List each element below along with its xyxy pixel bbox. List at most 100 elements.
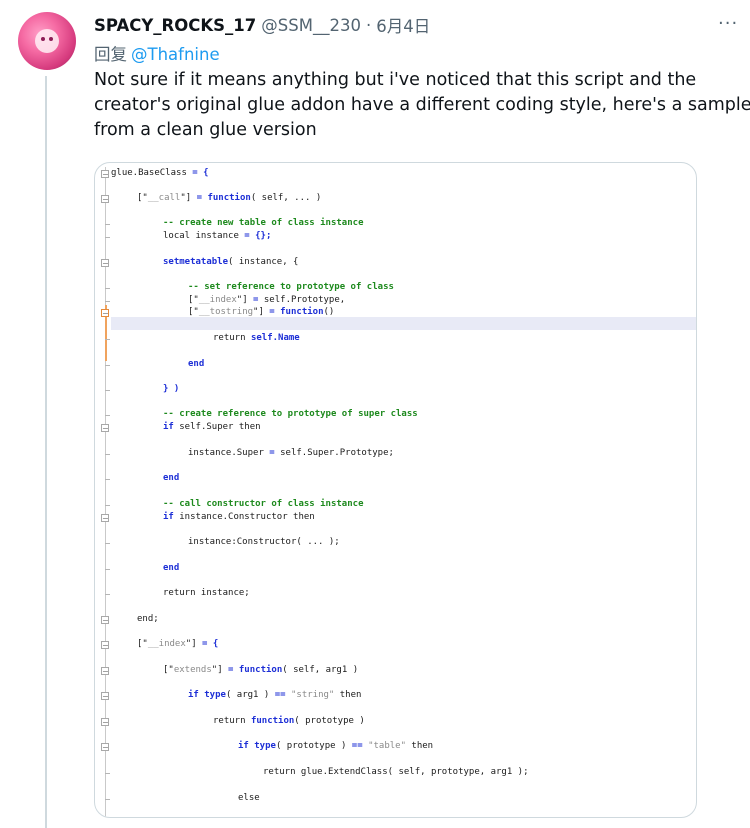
fold-toggle-icon[interactable]: − bbox=[101, 641, 109, 650]
fold-end-tick bbox=[105, 799, 110, 800]
code-line: ["__tostring"] = function() bbox=[188, 306, 334, 319]
fold-toggle-icon[interactable]: − bbox=[101, 195, 109, 204]
code-line: instance.Super = self.Super.Prototype; bbox=[188, 447, 394, 460]
fold-toggle-icon[interactable]: − bbox=[101, 743, 109, 752]
code-line: end bbox=[163, 472, 179, 485]
header-separator: · bbox=[365, 15, 372, 35]
code-token: "string" bbox=[290, 690, 335, 700]
fold-toggle-icon[interactable]: − bbox=[101, 259, 109, 268]
tweet-text: Not sure if it means anything but i've n… bbox=[94, 68, 750, 143]
fold-end-tick bbox=[105, 594, 110, 595]
fold-toggle-icon[interactable]: − bbox=[101, 616, 109, 625]
code-token: ( arg1 ) bbox=[225, 690, 275, 700]
code-line: else bbox=[238, 792, 260, 805]
code-line: local instance = {}; bbox=[163, 230, 271, 243]
code-token: then bbox=[334, 690, 362, 700]
code-line: -- call constructor of class instance bbox=[163, 498, 363, 511]
code-token: = {}; bbox=[244, 231, 272, 241]
code-token: __index bbox=[147, 639, 186, 649]
code-token: function bbox=[238, 665, 283, 675]
code-token: self.Name bbox=[250, 333, 300, 343]
tweet-date[interactable]: 6月4日 bbox=[376, 13, 430, 37]
fold-toggle-icon[interactable]: − bbox=[101, 692, 109, 701]
code-token: else bbox=[238, 793, 260, 803]
code-token: instance:Constructor( ... ); bbox=[188, 537, 340, 547]
code-token: "table" bbox=[368, 741, 406, 751]
fold-toggle-icon[interactable]: − bbox=[101, 309, 109, 318]
code-token: ( instance, { bbox=[228, 257, 299, 267]
reply-context: 回复 @Thafnine bbox=[94, 41, 220, 65]
code-token: } ) bbox=[163, 384, 180, 394]
fold-toggle-icon[interactable]: − bbox=[101, 718, 109, 727]
fold-toggle-icon[interactable]: − bbox=[101, 170, 109, 179]
fold-end-tick bbox=[105, 479, 110, 480]
more-options-icon[interactable]: ··· bbox=[718, 13, 738, 34]
code-token: "] bbox=[185, 639, 203, 649]
code-token: ( prototype ) bbox=[275, 741, 352, 751]
fold-end-tick bbox=[105, 301, 110, 302]
fold-end-tick bbox=[105, 543, 110, 544]
code-token: function bbox=[250, 716, 295, 726]
display-name[interactable]: SPACY_ROCKS_17 bbox=[94, 16, 256, 35]
code-token: __call bbox=[147, 193, 181, 203]
code-token: instance.Super bbox=[188, 448, 270, 458]
code-line: end bbox=[188, 358, 204, 371]
code-line: ["extends"] = function( self, arg1 ) bbox=[163, 664, 358, 677]
code-line: if instance.Constructor then bbox=[163, 511, 315, 524]
fold-toggle-icon[interactable]: − bbox=[101, 424, 109, 433]
code-token: == bbox=[274, 690, 291, 700]
code-token: = bbox=[196, 193, 208, 203]
code-token: if bbox=[163, 422, 180, 432]
code-token: = { bbox=[202, 639, 219, 649]
code-line: ["__index"] = self.Prototype, bbox=[188, 294, 345, 307]
code-token: self.Super then bbox=[179, 422, 261, 432]
tweet-text-line: creator's original glue addon have a dif… bbox=[94, 95, 750, 115]
fold-end-tick bbox=[105, 773, 110, 774]
fold-end-tick bbox=[105, 505, 110, 506]
code-token: glue.BaseClass bbox=[111, 168, 193, 178]
code-token: [" bbox=[163, 665, 174, 675]
code-token: return instance; bbox=[163, 588, 250, 598]
code-line: if type( prototype ) == "table" then bbox=[238, 740, 433, 753]
code-token: self.Prototype, bbox=[263, 295, 346, 305]
reply-mention-link[interactable]: @Thafnine bbox=[131, 45, 220, 64]
code-line: ["__index"] = { bbox=[137, 638, 218, 651]
avatar-eye-right bbox=[49, 37, 53, 41]
code-token: == bbox=[351, 741, 369, 751]
code-token: local instance bbox=[163, 231, 245, 241]
code-line: return self.Name bbox=[213, 332, 300, 345]
code-line: -- set reference to prototype of class bbox=[188, 281, 394, 294]
code-token: end bbox=[163, 563, 180, 573]
code-token: ( self, ... ) bbox=[250, 193, 322, 203]
code-line: -- create new table of class instance bbox=[163, 217, 363, 230]
code-line: glue.BaseClass = { bbox=[111, 167, 209, 180]
code-token: extends bbox=[173, 665, 212, 675]
fold-end-tick bbox=[105, 365, 110, 366]
code-token: = bbox=[269, 307, 281, 317]
code-token: = { bbox=[192, 168, 209, 178]
code-token: end; bbox=[137, 614, 159, 624]
user-handle[interactable]: @SSM__230 bbox=[261, 16, 361, 35]
code-line: -- create reference to prototype of supe… bbox=[163, 408, 418, 421]
code-token: = bbox=[253, 295, 264, 305]
code-token: [" bbox=[137, 193, 148, 203]
code-token: "] bbox=[236, 295, 254, 305]
attached-code-image[interactable]: − − − − − − − − − − − − glue.BaseClass = {["__call"… bbox=[94, 162, 697, 818]
code-line: return glue.ExtendClass( self, prototype… bbox=[263, 766, 529, 779]
code-token: if bbox=[163, 512, 180, 522]
code-token: function bbox=[280, 307, 324, 317]
code-line: if type( arg1 ) == "string" then bbox=[188, 689, 361, 702]
fold-end-tick bbox=[105, 288, 110, 289]
tweet-header: SPACY_ROCKS_17 @SSM__230 · 6月4日 bbox=[94, 13, 430, 37]
fold-toggle-icon[interactable]: − bbox=[101, 514, 109, 523]
code-token: return glue.ExtendClass( self, prototype… bbox=[263, 767, 529, 777]
fold-end-tick bbox=[105, 390, 110, 391]
code-line: if self.Super then bbox=[163, 421, 261, 434]
code-token: -- call constructor of class instance bbox=[163, 499, 364, 509]
fold-toggle-icon[interactable]: − bbox=[101, 667, 109, 676]
code-token: then bbox=[406, 741, 434, 751]
avatar[interactable] bbox=[18, 12, 76, 70]
code-line: return instance; bbox=[163, 587, 250, 600]
tweet-text-line: from a clean glue version bbox=[94, 120, 317, 140]
fold-end-tick bbox=[105, 339, 110, 340]
